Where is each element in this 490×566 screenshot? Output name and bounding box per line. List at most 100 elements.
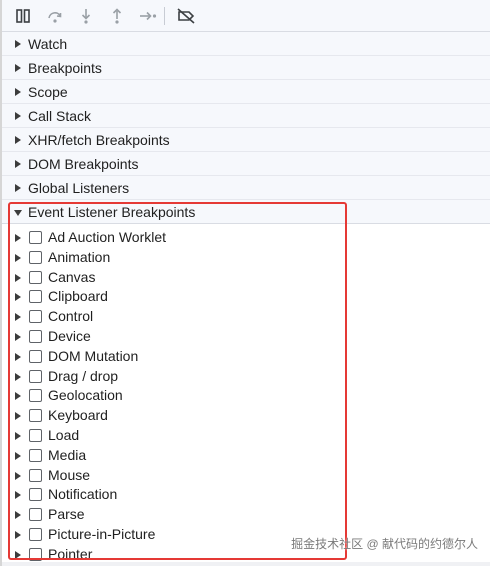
expand-caret-icon[interactable] bbox=[15, 332, 21, 341]
category-label: Clipboard bbox=[48, 288, 108, 305]
expand-caret-icon[interactable] bbox=[15, 253, 21, 262]
caret-right-icon bbox=[15, 112, 21, 120]
step-over-icon bbox=[48, 12, 62, 23]
event-category-parse[interactable]: Parse bbox=[2, 505, 490, 525]
category-checkbox[interactable] bbox=[29, 270, 42, 284]
category-label: Ad Auction Worklet bbox=[48, 229, 167, 245]
event-category-animation[interactable]: Animation bbox=[2, 248, 490, 268]
category-checkbox[interactable] bbox=[29, 547, 42, 561]
event-category-list: Ad Auction Worklet Animation Canvas Clip… bbox=[2, 228, 490, 565]
section-event-listener-breakpoints[interactable]: Event Listener Breakpoints bbox=[2, 200, 490, 224]
section-breakpoints[interactable]: Breakpoints bbox=[2, 56, 490, 80]
section-label: Call Stack bbox=[28, 108, 92, 124]
expand-caret-icon[interactable] bbox=[15, 412, 21, 421]
expand-caret-icon[interactable] bbox=[15, 313, 21, 322]
category-checkbox[interactable] bbox=[29, 290, 42, 304]
watermark: 掘金技术社区 @ 献代码的约德尔人 bbox=[291, 537, 478, 551]
category-checkbox[interactable] bbox=[29, 468, 42, 482]
event-category-control[interactable]: Control bbox=[2, 307, 490, 327]
category-label: Mouse bbox=[48, 466, 91, 483]
expand-caret-icon[interactable] bbox=[15, 293, 21, 302]
pause-icon bbox=[16, 9, 30, 23]
section-dom-breakpoints[interactable]: DOM Breakpoints bbox=[2, 152, 490, 176]
event-category-keyboard[interactable]: Keyboard bbox=[2, 406, 490, 426]
event-category-dom-mutation[interactable]: DOM Mutation bbox=[2, 347, 490, 367]
expand-caret-icon[interactable] bbox=[15, 491, 21, 500]
section-label: Global Listeners bbox=[28, 180, 130, 196]
category-checkbox[interactable] bbox=[29, 508, 42, 522]
expand-caret-icon[interactable] bbox=[15, 372, 21, 381]
category-label: Parse bbox=[48, 506, 85, 523]
category-checkbox[interactable] bbox=[29, 369, 42, 383]
event-category-mouse[interactable]: Mouse bbox=[2, 466, 490, 486]
step-out-button[interactable] bbox=[105, 4, 129, 28]
step-button[interactable] bbox=[136, 4, 160, 28]
category-checkbox[interactable] bbox=[29, 428, 42, 442]
expand-caret-icon[interactable] bbox=[15, 431, 21, 440]
pause-resume-button[interactable] bbox=[11, 4, 35, 28]
caret-right-icon bbox=[15, 136, 21, 144]
section-label: Scope bbox=[28, 84, 68, 100]
bottom-edge bbox=[2, 562, 490, 566]
step-icon bbox=[140, 11, 157, 21]
event-category-clipboard[interactable]: Clipboard bbox=[2, 287, 490, 307]
category-label: Keyboard bbox=[48, 407, 108, 424]
expand-caret-icon[interactable] bbox=[15, 451, 21, 460]
expand-caret-icon[interactable] bbox=[15, 352, 21, 361]
expand-caret-icon[interactable] bbox=[15, 471, 21, 480]
category-checkbox[interactable] bbox=[29, 448, 42, 462]
section-watch[interactable]: Watch bbox=[2, 32, 490, 56]
debugger-toolbar bbox=[2, 0, 490, 32]
event-category-notification[interactable]: Notification bbox=[2, 485, 490, 505]
section-scope[interactable]: Scope bbox=[2, 80, 490, 104]
category-label: Notification bbox=[48, 486, 118, 503]
event-category-media[interactable]: Media bbox=[2, 446, 490, 466]
event-category-canvas[interactable]: Canvas bbox=[2, 268, 490, 288]
category-label: Canvas bbox=[48, 268, 96, 285]
section-xhr-fetch-breakpoints[interactable]: XHR/fetch Breakpoints bbox=[2, 128, 490, 152]
category-label: Load bbox=[48, 426, 80, 443]
step-out-icon bbox=[112, 8, 122, 24]
category-checkbox[interactable] bbox=[29, 488, 42, 502]
category-checkbox[interactable] bbox=[29, 389, 42, 403]
category-label: Drag / drop bbox=[48, 367, 119, 384]
category-checkbox[interactable] bbox=[29, 329, 42, 343]
section-call-stack[interactable]: Call Stack bbox=[2, 104, 490, 128]
step-into-button[interactable] bbox=[74, 4, 98, 28]
toolbar-separator bbox=[164, 7, 165, 25]
expand-caret-icon[interactable] bbox=[15, 273, 21, 282]
expand-caret-icon[interactable] bbox=[15, 530, 21, 539]
category-checkbox[interactable] bbox=[29, 250, 42, 264]
category-label: Control bbox=[48, 308, 94, 325]
category-label: DOM Mutation bbox=[48, 347, 139, 364]
event-category-drag-drop[interactable]: Drag / drop bbox=[2, 367, 490, 387]
deactivate-breakpoints-button[interactable] bbox=[174, 4, 198, 28]
category-checkbox[interactable] bbox=[29, 527, 42, 541]
category-label: Media bbox=[48, 446, 87, 463]
category-checkbox[interactable] bbox=[29, 349, 42, 363]
expand-caret-icon[interactable] bbox=[15, 234, 21, 242]
event-category-device[interactable]: Device bbox=[2, 327, 490, 347]
event-category-geolocation[interactable]: Geolocation bbox=[2, 386, 490, 406]
section-label: DOM Breakpoints bbox=[28, 156, 139, 172]
event-category-ad-auction-worklet[interactable]: Ad Auction Worklet bbox=[2, 228, 490, 248]
category-label: Pointer bbox=[48, 545, 93, 562]
section-label: XHR/fetch Breakpoints bbox=[28, 132, 170, 148]
caret-right-icon bbox=[15, 184, 21, 192]
category-checkbox[interactable] bbox=[29, 231, 42, 244]
expand-caret-icon[interactable] bbox=[15, 550, 21, 559]
event-category-load[interactable]: Load bbox=[2, 426, 490, 446]
deactivate-breakpoints-icon bbox=[177, 8, 195, 24]
debugger-sections: Watch Breakpoints Scope Call Stack XHR/f… bbox=[2, 32, 490, 224]
section-label: Watch bbox=[28, 36, 68, 52]
section-global-listeners[interactable]: Global Listeners bbox=[2, 176, 490, 200]
category-label: Geolocation bbox=[48, 387, 123, 404]
caret-right-icon bbox=[15, 88, 21, 96]
category-label: Animation bbox=[48, 248, 111, 265]
expand-caret-icon[interactable] bbox=[15, 511, 21, 520]
step-into-icon bbox=[81, 9, 91, 24]
category-checkbox[interactable] bbox=[29, 409, 42, 423]
category-checkbox[interactable] bbox=[29, 310, 42, 324]
step-over-button[interactable] bbox=[43, 4, 67, 28]
expand-caret-icon[interactable] bbox=[15, 392, 21, 401]
